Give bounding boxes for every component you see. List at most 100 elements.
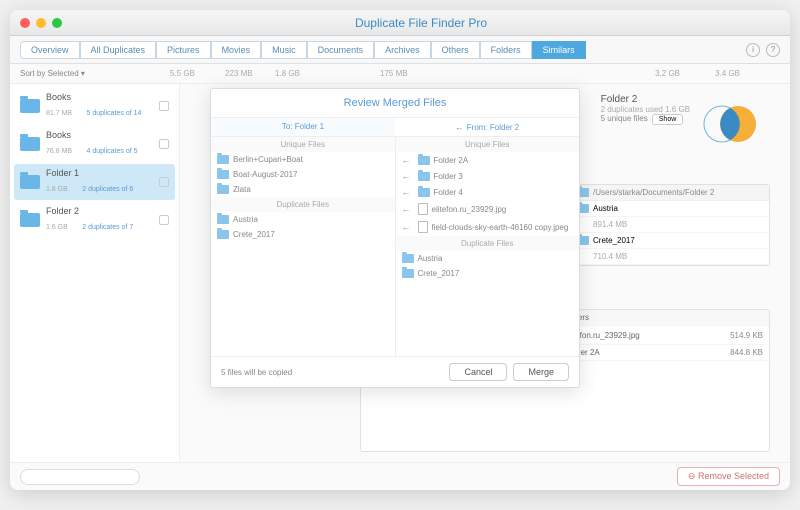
sidebar-item-name: Folder 1 <box>46 168 159 178</box>
tab-others[interactable]: Others <box>431 41 480 59</box>
help-icon[interactable]: ? <box>766 43 780 57</box>
sidebar-item[interactable]: Books 76.8 MB 4 duplicates of 5 <box>14 126 175 162</box>
tab-movies[interactable]: Movies <box>211 41 262 59</box>
category-tabs: Overview All Duplicates Pictures Movies … <box>10 36 790 64</box>
folder-icon <box>20 175 40 189</box>
remove-selected-button[interactable]: ⊖ Remove Selected <box>677 467 780 486</box>
sidebar-item-name: Books <box>46 92 159 102</box>
size-pictures: 223 MB <box>225 69 253 78</box>
zoom-icon[interactable] <box>52 18 62 28</box>
list-item[interactable]: Austria <box>396 251 580 266</box>
list-item[interactable]: Boat-August-2017 <box>211 167 395 182</box>
app-title: Duplicate File Finder Pro <box>62 16 780 30</box>
section-label: Duplicate Files <box>396 236 580 251</box>
arrow-left-icon: ← <box>402 204 411 214</box>
sidebar-item-size: 76.8 MB <box>46 148 72 155</box>
sidebar-item[interactable]: Folder 2 1.6 GB 2 duplicates of 7 <box>14 202 175 238</box>
sidebar-item-name: Folder 2 <box>46 206 159 216</box>
list-item[interactable]: Zlata <box>211 182 395 197</box>
list-item[interactable]: Crete_2017 <box>396 266 580 281</box>
arrow-left-icon: ← <box>402 187 411 197</box>
detail-unique: 5 unique files <box>601 114 648 123</box>
arrow-left-icon: ← <box>402 222 411 232</box>
sidebar-item-dup: 5 duplicates of 14 <box>87 110 142 117</box>
path-panel: /Users/starka/Documents/Folder 2 Austria… <box>570 184 770 266</box>
footer: ⊖ Remove Selected <box>10 462 790 490</box>
list-item[interactable]: ←field-clouds-sky-earth-46160 copy.jpeg <box>396 218 580 236</box>
list-item[interactable]: ←Folder 2A <box>396 152 580 168</box>
subfolder-name: Crete_2017 <box>593 236 763 245</box>
modal-title: Review Merged Files <box>211 89 579 117</box>
section-label: Duplicate Files <box>211 197 395 212</box>
sidebar-item-dup: 2 duplicates of 7 <box>82 224 133 231</box>
folder-icon <box>402 269 414 278</box>
size-movies: 1.8 GB <box>275 69 300 78</box>
arrow-left-icon: ← <box>402 155 411 165</box>
info-icon[interactable]: i <box>746 43 760 57</box>
subfolder-size: 891.4 MB <box>593 220 627 229</box>
folder-icon <box>217 170 229 179</box>
folder-icon <box>418 172 430 181</box>
checkbox[interactable] <box>159 177 169 187</box>
sidebar-item[interactable]: Books 81.7 MB 5 duplicates of 14 <box>14 88 175 124</box>
show-button[interactable]: Show <box>652 114 684 125</box>
sort-dropdown[interactable]: Sort by Selected ▾ <box>20 69 85 78</box>
subfolder-row[interactable]: Austria <box>571 201 769 217</box>
arrow-left-icon: ← <box>402 171 411 181</box>
close-icon[interactable] <box>20 18 30 28</box>
modal-left-col: Unique Files Berlin+Cupari+Boat Boat-Aug… <box>211 137 396 356</box>
checkbox[interactable] <box>159 101 169 111</box>
list-item[interactable]: ←elitefon.ru_23929.jpg <box>396 200 580 218</box>
folder-icon <box>217 185 229 194</box>
tab-music[interactable]: Music <box>261 41 307 59</box>
modal-status: 5 files will be copied <box>221 368 443 377</box>
folders-header: folders <box>559 313 709 322</box>
minimize-icon[interactable] <box>36 18 46 28</box>
folder-icon <box>20 213 40 227</box>
sidebar-item-size: 1.8 GB <box>46 186 68 193</box>
tab-archives[interactable]: Archives <box>374 41 431 59</box>
detail-desc: 2 duplicates used 1.6 GB <box>601 105 690 114</box>
list-item[interactable]: Crete_2017 <box>211 227 395 242</box>
app-window: Duplicate File Finder Pro Overview All D… <box>10 10 790 490</box>
subfolder-name: Austria <box>593 204 763 213</box>
cancel-button[interactable]: Cancel <box>449 363 507 381</box>
detail-folder-name: Folder 2 <box>601 94 690 105</box>
checkbox[interactable] <box>159 139 169 149</box>
sidebar-item[interactable]: Folder 1 1.8 GB 2 duplicates of 6 <box>14 164 175 200</box>
list-item[interactable]: Berlin+Cupari+Boat <box>211 152 395 167</box>
modal-from-header: ←From: Folder 2 <box>395 117 579 137</box>
file-icon <box>418 203 428 215</box>
folder-icon <box>217 155 229 164</box>
traffic-lights <box>20 18 62 28</box>
venn-diagram-icon <box>700 94 760 154</box>
search-input[interactable] <box>20 469 140 485</box>
folder-icon <box>217 230 229 239</box>
size-similars: 3.4 GB <box>715 69 740 78</box>
tab-pictures[interactable]: Pictures <box>156 41 211 59</box>
list-item[interactable]: ←Folder 4 <box>396 184 580 200</box>
sidebar-item-name: Books <box>46 130 159 140</box>
section-label: Unique Files <box>396 137 580 152</box>
sidebar-item-dup: 4 duplicates of 5 <box>87 148 138 155</box>
checkbox[interactable] <box>159 215 169 225</box>
size-all: 5.5 GB <box>170 69 195 78</box>
subfolder-row[interactable]: Crete_2017 <box>571 233 769 249</box>
tab-similars[interactable]: Similars <box>532 41 586 59</box>
tab-documents[interactable]: Documents <box>307 41 375 59</box>
titlebar: Duplicate File Finder Pro <box>10 10 790 36</box>
folder-icon <box>20 137 40 151</box>
merge-button[interactable]: Merge <box>513 363 569 381</box>
size-documents: 175 MB <box>380 69 408 78</box>
detail-path: /Users/starka/Documents/Folder 2 <box>593 188 714 197</box>
size-folders: 3.2 GB <box>655 69 680 78</box>
section-label: Unique Files <box>211 137 395 152</box>
list-item[interactable]: ←Folder 3 <box>396 168 580 184</box>
list-item[interactable]: Austria <box>211 212 395 227</box>
tab-folders[interactable]: Folders <box>480 41 532 59</box>
size-bar: Sort by Selected ▾ 5.5 GB 223 MB 1.8 GB … <box>10 64 790 84</box>
tab-all-duplicates[interactable]: All Duplicates <box>80 41 157 59</box>
tab-overview[interactable]: Overview <box>20 41 80 59</box>
file-icon <box>418 221 428 233</box>
folder-icon <box>20 99 40 113</box>
